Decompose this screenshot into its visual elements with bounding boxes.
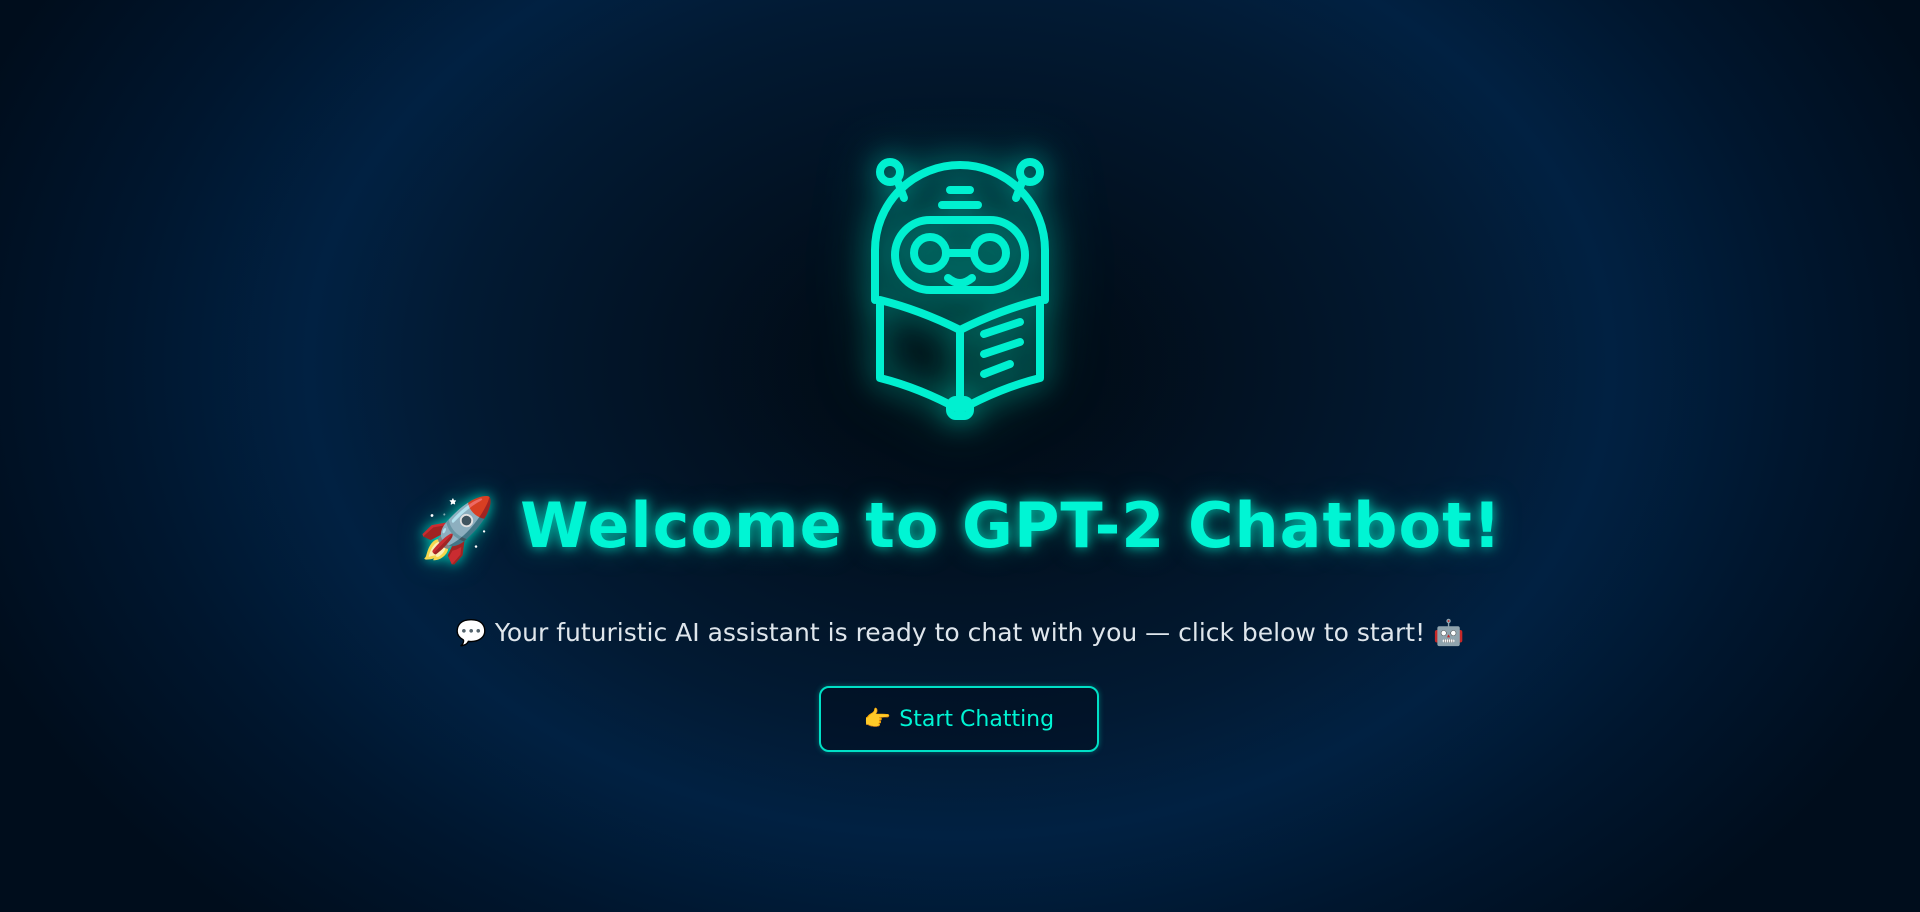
page-subtitle: 💬 Your futuristic AI assistant is ready … <box>455 618 1465 647</box>
start-chatting-button[interactable]: 👉 Start Chatting <box>819 686 1099 752</box>
start-chatting-label: Start Chatting <box>899 706 1055 732</box>
page-title-text: Welcome to GPT-2 Chatbot! <box>520 489 1503 562</box>
page-title: 🚀 Welcome to GPT-2 Chatbot! <box>0 488 1920 568</box>
rocket-icon: 🚀 <box>417 492 497 566</box>
pointing-hand-icon: 👉 <box>863 706 892 732</box>
robot-reading-book-icon <box>860 150 1060 420</box>
